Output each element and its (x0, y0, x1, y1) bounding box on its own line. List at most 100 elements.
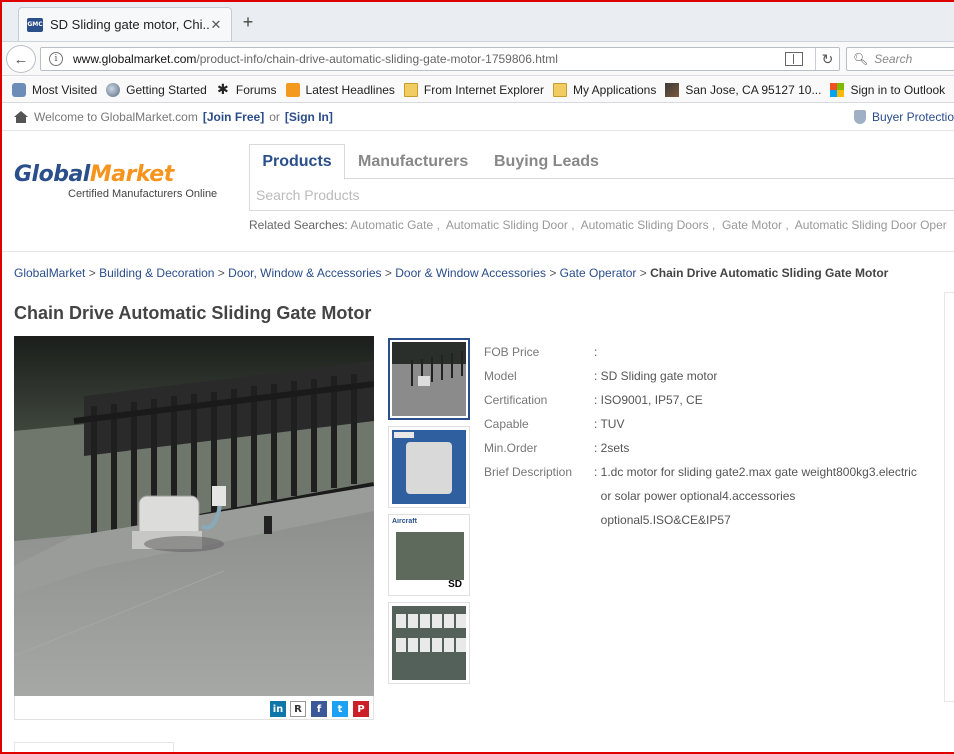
globalmarket-favicon-icon: GMC (27, 17, 43, 32)
spec-value: : TUV (594, 417, 625, 431)
bookmark-label: My Applications (572, 82, 657, 97)
shield-icon (853, 110, 866, 124)
spec-value: : ISO9001, IP57, CE (594, 393, 703, 407)
back-button[interactable]: ← (6, 45, 36, 73)
reload-button[interactable]: ↻ (815, 48, 839, 70)
spec-value: optional5.ISO&CE&IP57 (594, 513, 731, 527)
bookmark-label: San Jose, CA 95127 10... (685, 82, 822, 97)
badge-shape (394, 432, 414, 438)
related-searches: Related Searches: Automatic Gate , Autom… (249, 218, 947, 232)
folder-icon (403, 82, 418, 97)
top-welcome-strip: Welcome to GlobalMarket.com [Join Free] … (2, 104, 954, 131)
globe-icon (106, 82, 121, 97)
new-tab-button[interactable]: + (238, 12, 258, 33)
thumbnail-brand-text: Aircraft (392, 518, 417, 525)
site-info-icon[interactable]: i (49, 52, 63, 66)
spec-key (484, 484, 594, 508)
breadcrumb-link[interactable]: Gate Operator (560, 266, 637, 280)
pinterest-icon[interactable]: P (353, 701, 369, 717)
related-link[interactable]: Automatic Sliding Doors (581, 218, 709, 232)
product-specifications: FOB Price: Model: SD Sliding gate motor … (484, 340, 934, 532)
bookmark-latest-headlines[interactable]: Latest Headlines (285, 82, 395, 97)
motor-box-shape (406, 442, 452, 494)
thumbnail-sd-text: SD (448, 579, 462, 590)
spec-row: or solar power optional4.accessories (484, 484, 934, 508)
related-link[interactable]: Automatic Sliding Door Oper (795, 218, 947, 232)
browser-tab[interactable]: GMC SD Sliding gate motor, Chi... ✕ (18, 7, 232, 41)
search-products-input[interactable] (256, 186, 856, 203)
spec-key: Brief Description (484, 465, 573, 479)
bookmark-my-applications[interactable]: My Applications (552, 82, 657, 97)
related-searches-label: Related Searches: (249, 218, 348, 232)
related-link[interactable]: Automatic Gate (350, 218, 433, 232)
search-placeholder: Search (874, 52, 913, 66)
breadcrumb-link[interactable]: GlobalMarket (14, 266, 85, 280)
join-free-link[interactable]: [Join Free] (203, 110, 264, 124)
spec-value: : 2sets (594, 441, 630, 455)
related-link[interactable]: Gate Motor (722, 218, 782, 232)
main-product-image[interactable] (14, 336, 374, 696)
browser-search-input[interactable]: 🔍︎ Search (846, 47, 954, 71)
related-link[interactable]: Automatic Sliding Door (446, 218, 568, 232)
navigation-bar: ← i www.globalmarket.com/product-info/ch… (2, 42, 954, 76)
product-thumbnail[interactable] (388, 426, 470, 508)
gate-motor-photo (14, 336, 374, 696)
product-thumbnail[interactable] (388, 602, 470, 684)
tab-manufacturers[interactable]: Manufacturers (358, 144, 468, 179)
bookmark-sign-in-outlook[interactable]: Sign in to Outlook (830, 82, 946, 97)
product-thumbnail[interactable] (388, 338, 470, 420)
browser-window: GMC SD Sliding gate motor, Chi... ✕ + ← … (0, 0, 954, 754)
bookmark-forums[interactable]: ✱ Forums (216, 83, 277, 97)
sign-in-link[interactable]: [Sign In] (285, 110, 333, 124)
product-search-box (249, 179, 954, 211)
breadcrumb-link[interactable]: Door & Window Accessories (395, 266, 546, 280)
spec-row: Brief Description : 1.dc motor for slidin… (484, 460, 934, 484)
tab-strip: GMC SD Sliding gate motor, Chi... ✕ + (2, 2, 954, 42)
site-header: GlobalMarket Certified Manufacturers Onl… (2, 132, 954, 252)
spec-key: Certification (484, 393, 548, 407)
buyer-protection-label: Buyer Protectio (871, 110, 954, 124)
bookmark-getting-started[interactable]: Getting Started (106, 82, 207, 97)
spec-row: Capable : TUV (484, 412, 934, 436)
spec-key: Model (484, 369, 517, 383)
tab-buying-leads[interactable]: Buying Leads (494, 144, 599, 179)
spec-key: Capable (484, 417, 529, 431)
bookmark-san-jose[interactable]: San Jose, CA 95127 10... (665, 82, 822, 97)
reader-view-icon[interactable] (785, 52, 803, 66)
reddit-icon[interactable]: R (290, 701, 306, 717)
thumbnail-image (392, 342, 466, 416)
product-thumbnail[interactable]: Aircraft SD (388, 514, 470, 596)
globalmarket-logo[interactable]: GlobalMarket Certified Manufacturers Onl… (14, 162, 217, 200)
arrow-left-icon: ← (13, 50, 29, 68)
spec-row: Model : SD Sliding gate motor (484, 364, 934, 388)
share-bar: in R f t P (14, 696, 374, 720)
thumbnail-image: Aircraft SD (392, 518, 466, 592)
logo-tagline: Certified Manufacturers Online (68, 188, 218, 200)
tab-products[interactable]: Products (249, 144, 345, 180)
buyer-protection-link[interactable]: Buyer Protectio (853, 110, 954, 124)
logo-global: Global (14, 162, 90, 187)
search-category-tabs: Products Manufacturers Buying Leads (249, 144, 954, 180)
breadcrumb-link[interactable]: Door, Window & Accessories (228, 266, 381, 280)
page-title: Chain Drive Automatic Sliding Gate Motor (14, 303, 372, 323)
twitter-icon[interactable]: t (332, 701, 348, 717)
bookmark-label: Sign in to Outlook (850, 82, 946, 97)
breadcrumb-link[interactable]: Building & Decoration (99, 266, 214, 280)
close-tab-icon[interactable]: ✕ (209, 17, 223, 33)
address-bar[interactable]: i www.globalmarket.com/product-info/chai… (40, 47, 840, 71)
logo-market: Market (89, 162, 174, 187)
url-text[interactable]: www.globalmarket.com/product-info/chain-… (73, 52, 785, 66)
facebook-icon[interactable]: f (311, 701, 327, 717)
bookmark-most-visited[interactable]: Most Visited (12, 82, 97, 97)
folder-icon (552, 82, 567, 97)
bookmark-from-internet-explorer[interactable]: From Internet Explorer (403, 82, 544, 97)
spec-value: : (594, 345, 598, 359)
home-icon[interactable] (14, 111, 28, 123)
spec-row: FOB Price: (484, 340, 934, 364)
spec-value: : SD Sliding gate motor (594, 369, 718, 383)
or-text: or (269, 110, 280, 124)
web-page: Welcome to GlobalMarket.com [Join Free] … (2, 104, 954, 752)
microsoft-icon (830, 82, 845, 97)
linkedin-icon[interactable]: in (270, 701, 286, 717)
spec-value: : 1.dc motor for sliding gate2.max gate … (594, 465, 917, 479)
